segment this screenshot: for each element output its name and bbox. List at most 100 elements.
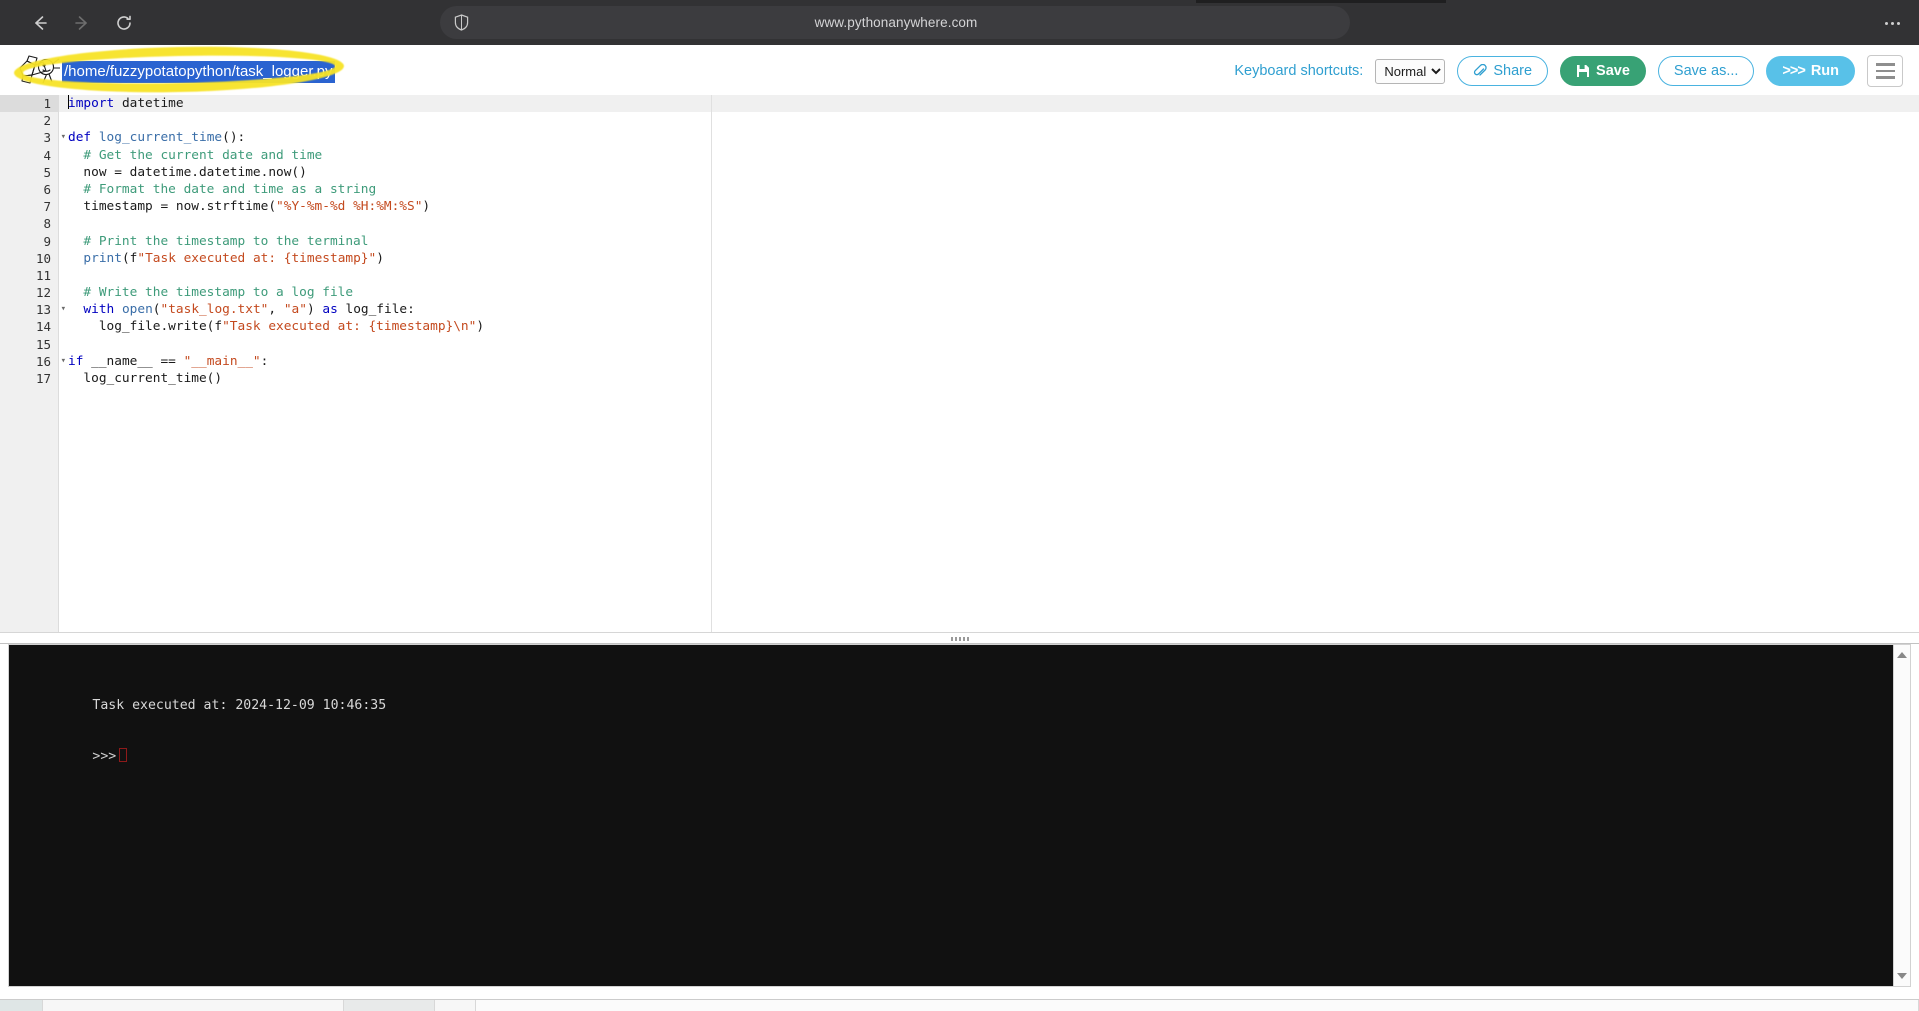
code-token: log_current_time	[99, 130, 222, 145]
line-number: 7	[0, 198, 58, 215]
code-token: # Get the current date and time	[68, 148, 322, 163]
code-token: "a"	[284, 302, 307, 317]
code-token: def	[68, 130, 91, 145]
code-token: "Task executed at: {timestamp}"	[137, 251, 376, 266]
code-token: log_file:	[338, 302, 415, 317]
code-token: (f	[122, 251, 137, 266]
tracking-shield-icon[interactable]	[452, 14, 470, 32]
save-as-button[interactable]: Save as...	[1658, 56, 1754, 86]
code-editor[interactable]: 123▾45678910111213▾141516▾17 import date…	[0, 95, 1919, 632]
terminal-output-line: Task executed at: 2024-12-09 10:46:35	[13, 680, 1910, 697]
paperclip-icon	[1473, 64, 1487, 78]
code-line: log_current_time()	[68, 370, 1919, 387]
code-token: if	[68, 354, 83, 369]
code-line: timestamp = now.strftime("%Y-%m-%d %H:%M…	[68, 198, 1919, 215]
code-token: "Task executed at: {timestamp}\n"	[222, 319, 476, 334]
line-number: 14	[0, 318, 58, 335]
line-number: 15	[0, 336, 58, 353]
hamburger-menu-icon[interactable]	[1867, 55, 1903, 87]
line-number: 9	[0, 233, 58, 250]
line-number: 12	[0, 284, 58, 301]
run-button[interactable]: >>> Run	[1766, 56, 1855, 86]
code-token: ,	[268, 302, 283, 317]
code-token: )	[307, 302, 322, 317]
code-line	[68, 215, 1919, 232]
browser-nav-buttons	[24, 7, 140, 39]
line-number: 2	[0, 112, 58, 129]
line-number: 6	[0, 181, 58, 198]
floppy-disk-icon	[1576, 64, 1590, 78]
code-line: with open("task_log.txt", "a") as log_fi…	[68, 301, 1919, 318]
app-root: www.pythonanywhere.com /home/fuzzypotato…	[0, 0, 1919, 1011]
editor-console-splitter[interactable]	[0, 632, 1919, 644]
url-text: www.pythonanywhere.com	[470, 15, 1350, 30]
code-content[interactable]: import datetime def log_current_time(): …	[59, 95, 1919, 387]
line-number: 16▾	[0, 353, 58, 370]
line-number-gutter: 123▾45678910111213▾141516▾17	[0, 95, 59, 632]
run-button-prefix: >>>	[1782, 63, 1804, 79]
scroll-down-arrow-icon[interactable]	[1894, 968, 1910, 984]
code-token: # Print the timestamp to the terminal	[68, 234, 368, 249]
terminal-prompt-line[interactable]: >>>	[13, 731, 1910, 748]
keyboard-mode-select[interactable]: Normal	[1375, 59, 1445, 84]
code-token: (	[153, 302, 161, 317]
code-line: import datetime	[68, 95, 1919, 112]
code-token: datetime	[114, 96, 183, 111]
line-number: 4	[0, 147, 58, 164]
code-token: open	[122, 302, 153, 317]
share-button-label: Share	[1493, 63, 1532, 79]
code-line: # Get the current date and time	[68, 147, 1919, 164]
save-as-button-label: Save as...	[1674, 63, 1738, 79]
terminal[interactable]: Task executed at: 2024-12-09 10:46:35 >>…	[8, 644, 1911, 987]
splitter-grip-icon	[951, 637, 969, 641]
tab-strip-sliver	[1196, 0, 1446, 3]
line-number: 5	[0, 164, 58, 181]
code-token: )	[422, 199, 430, 214]
taskbar-item[interactable]	[344, 1000, 435, 1011]
code-line: # Write the timestamp to a log file	[68, 284, 1919, 301]
file-path-field[interactable]: /home/fuzzypotatopython/task_logger.py	[62, 61, 335, 83]
code-token	[68, 251, 83, 266]
code-token: ():	[222, 130, 245, 145]
back-button[interactable]	[24, 7, 56, 39]
taskbar-item[interactable]	[43, 1000, 344, 1011]
code-token: "__main__"	[184, 354, 261, 369]
code-token: # Write the timestamp to a log file	[68, 285, 353, 300]
address-bar[interactable]: www.pythonanywhere.com	[440, 6, 1350, 39]
code-token: with	[83, 302, 114, 317]
toolbar-actions: Keyboard shortcuts: Normal Share Save Sa…	[1234, 55, 1903, 87]
taskbar-item[interactable]	[476, 1000, 1919, 1011]
share-button[interactable]: Share	[1457, 56, 1548, 86]
code-token	[68, 302, 83, 317]
code-token: )	[376, 251, 384, 266]
keyboard-shortcuts-label: Keyboard shortcuts:	[1234, 63, 1363, 79]
forward-button[interactable]	[66, 7, 98, 39]
code-line: # Print the timestamp to the terminal	[68, 233, 1919, 250]
back-arrow-icon	[30, 13, 50, 33]
reload-button[interactable]	[108, 7, 140, 39]
line-number: 10	[0, 250, 58, 267]
code-token	[91, 130, 99, 145]
line-number: 17	[0, 370, 58, 387]
save-button[interactable]: Save	[1560, 56, 1646, 86]
code-token: :	[261, 354, 269, 369]
taskbar-item[interactable]	[0, 1000, 43, 1011]
taskbar-item[interactable]	[435, 1000, 476, 1011]
scroll-up-arrow-icon[interactable]	[1894, 647, 1910, 663]
code-line	[68, 112, 1919, 129]
browser-more-menu-icon[interactable]	[1879, 12, 1905, 34]
line-number: 11	[0, 267, 58, 284]
code-surface[interactable]: import datetime def log_current_time(): …	[59, 95, 1919, 632]
code-token: as	[322, 302, 337, 317]
line-number: 13▾	[0, 301, 58, 318]
save-button-label: Save	[1596, 63, 1630, 79]
console-vertical-scrollbar[interactable]	[1893, 645, 1910, 986]
terminal-block-cursor	[119, 748, 127, 762]
code-line: # Format the date and time as a string	[68, 181, 1919, 198]
reload-icon	[114, 13, 134, 33]
code-line: now = datetime.datetime.now()	[68, 164, 1919, 181]
line-number: 3▾	[0, 129, 58, 146]
code-line: print(f"Task executed at: {timestamp}")	[68, 250, 1919, 267]
code-token: )	[476, 319, 484, 334]
code-line: if __name__ == "__main__":	[68, 353, 1919, 370]
